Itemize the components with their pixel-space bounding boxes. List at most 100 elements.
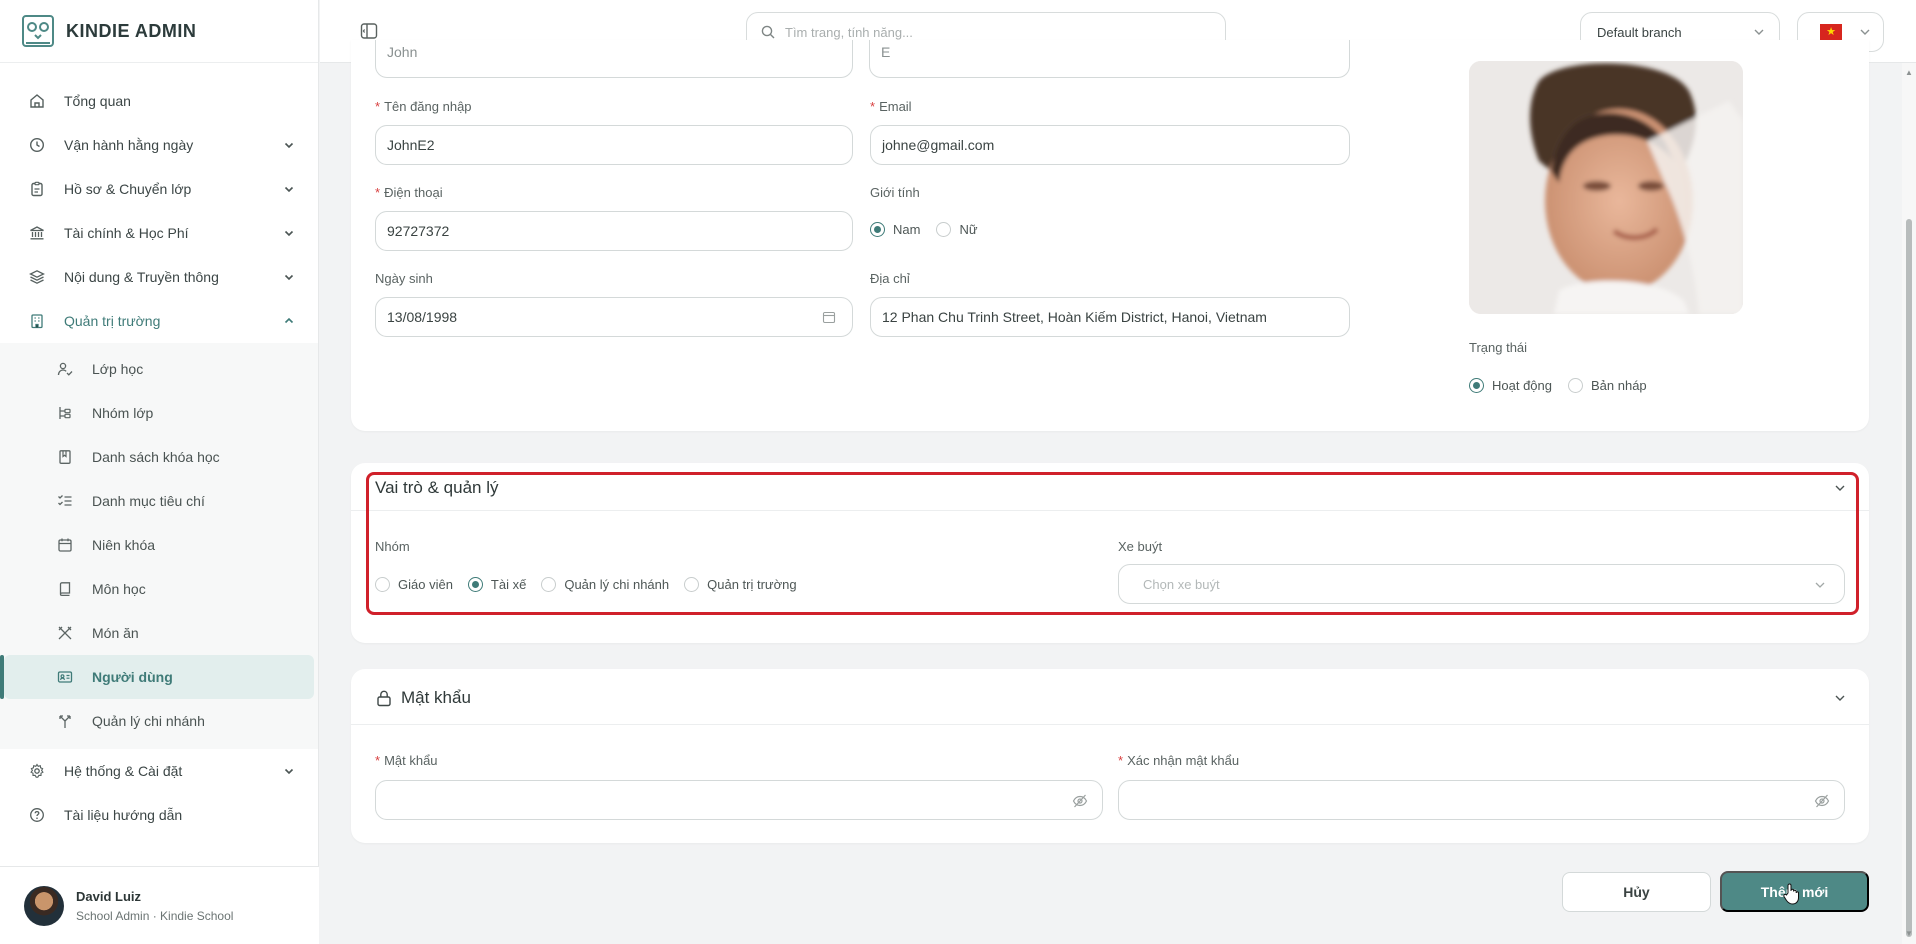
chevron-down-icon[interactable] xyxy=(1833,481,1847,495)
sidebar-item-overview[interactable]: Tổng quan xyxy=(0,79,318,123)
sidebar-item-content[interactable]: Nội dung & Truyền thông xyxy=(0,255,318,299)
sidebar-item-users[interactable]: Người dùng xyxy=(0,655,314,699)
first-name-value: John xyxy=(387,43,418,60)
group-option-branch-manager[interactable]: Quản lý chi nhánh xyxy=(541,577,669,592)
home-icon xyxy=(28,92,46,110)
password-section-header[interactable]: Mật khẩu xyxy=(375,673,471,723)
help-icon xyxy=(28,806,46,824)
checklist-icon xyxy=(56,492,74,510)
vn-flag-icon: ★ xyxy=(1820,24,1842,40)
sidebar-item-courses[interactable]: Danh sách khóa học xyxy=(4,435,314,479)
eye-off-icon[interactable] xyxy=(1814,793,1830,809)
group-option-driver[interactable]: Tài xế xyxy=(467,577,526,592)
sidebar-item-label: Môn học xyxy=(92,581,146,597)
search-placeholder: Tìm trang, tính năng... xyxy=(785,24,913,40)
email-input[interactable]: johne@gmail.com xyxy=(870,125,1350,165)
email-label: * Email xyxy=(870,99,912,114)
personal-info-card: John E * Tên đăng nhập JohnE2 * Email john… xyxy=(351,40,1869,431)
clipboard-icon xyxy=(28,180,46,198)
group-radio-group: Giáo viên Tài xế Quản lý chi nhánh Quản … xyxy=(375,577,813,592)
book-icon xyxy=(56,580,74,598)
divider xyxy=(351,724,1869,725)
sidebar-item-criteria[interactable]: Danh mục tiêu chí xyxy=(4,479,314,523)
sidebar-item-label: Quản lý chi nhánh xyxy=(92,713,205,729)
user-card[interactable]: David Luiz School Admin · Kindie School xyxy=(0,866,319,944)
sidebar-item-school-years[interactable]: Niên khóa xyxy=(4,523,314,567)
dob-value: 13/08/1998 xyxy=(387,309,458,325)
cancel-button[interactable]: Hủy xyxy=(1562,872,1711,912)
bus-select[interactable]: Chọn xe buýt xyxy=(1118,564,1845,604)
last-name-value: E xyxy=(881,43,891,60)
sidebar-item-finance[interactable]: Tài chính & Học Phí xyxy=(0,211,318,255)
status-option-active[interactable]: Hoạt động xyxy=(1469,378,1552,393)
username-input[interactable]: JohnE2 xyxy=(375,125,853,165)
eye-off-icon[interactable] xyxy=(1072,793,1088,809)
sidebar-item-classes[interactable]: Lớp học xyxy=(4,347,314,391)
dob-input[interactable]: 13/08/1998 xyxy=(375,297,853,337)
scroll-up-icon[interactable]: ▲ xyxy=(1905,69,1913,77)
user-check-icon xyxy=(56,360,74,378)
avatar xyxy=(24,885,64,926)
chevron-down-icon xyxy=(1753,26,1765,38)
radio-unchecked-icon xyxy=(375,577,390,592)
sidebar-item-label: Danh sách khóa học xyxy=(92,449,220,465)
sidebar-item-subjects[interactable]: Môn học xyxy=(4,567,314,611)
sidebar-item-label: Nhóm lớp xyxy=(92,405,154,421)
bus-placeholder: Chọn xe buýt xyxy=(1143,576,1220,592)
lock-icon xyxy=(375,689,393,707)
radio-checked-icon xyxy=(870,222,885,237)
radio-checked-icon xyxy=(1469,378,1484,393)
sidebar-toggle-icon[interactable] xyxy=(360,22,378,40)
first-name-input[interactable]: John xyxy=(375,40,853,78)
scroll-down-icon[interactable]: ▼ xyxy=(1905,930,1913,938)
bus-label: Xe buýt xyxy=(1118,539,1163,554)
sidebar-item-label: Nội dung & Truyền thông xyxy=(64,269,219,285)
scrollbar[interactable]: ▲ ▼ xyxy=(1902,63,1916,944)
sidebar-item-school-admin[interactable]: Quản trị trường xyxy=(0,299,318,343)
password-card: Mật khẩu * Mật khẩu * Xác nhận mật khẩu xyxy=(351,669,1869,843)
sidebar-item-label: Niên khóa xyxy=(92,537,156,553)
sidebar-item-profiles[interactable]: Hồ sơ & Chuyển lớp xyxy=(0,167,318,211)
chevron-down-icon[interactable] xyxy=(1833,691,1847,705)
status-radio-group: Hoạt động Bản nháp xyxy=(1469,378,1663,393)
sidebar-item-docs[interactable]: Tài liệu hướng dẫn xyxy=(0,793,318,837)
confirm-password-input[interactable] xyxy=(1118,780,1845,820)
sidebar-item-class-groups[interactable]: Nhóm lớp xyxy=(4,391,314,435)
scrollbar-thumb[interactable] xyxy=(1906,219,1912,937)
sidebar-item-system-settings[interactable]: Hệ thống & Cài đặt xyxy=(0,749,318,793)
sidebar: KINDIE ADMIN Tổng quan Vận hành hằng ngà… xyxy=(0,0,319,944)
sidebar-item-daily-operations[interactable]: Vận hành hằng ngày xyxy=(0,123,318,167)
roles-section-header[interactable]: Vai trò & quản lý xyxy=(375,463,498,513)
address-input[interactable]: 12 Phan Chu Trinh Street, Hoàn Kiếm Dist… xyxy=(870,297,1350,337)
password-input[interactable] xyxy=(375,780,1103,820)
group-option-teacher[interactable]: Giáo viên xyxy=(375,577,453,592)
address-value: 12 Phan Chu Trinh Street, Hoàn Kiếm Dist… xyxy=(882,309,1267,325)
group-label: Nhóm xyxy=(375,539,410,554)
radio-unchecked-icon xyxy=(684,577,700,592)
group-option-school-admin[interactable]: Quản trị trường xyxy=(684,577,797,592)
calendar-icon xyxy=(56,536,74,554)
bank-icon xyxy=(28,224,46,242)
sidebar-item-label: Tài chính & Học Phí xyxy=(64,225,189,241)
username-value: JohnE2 xyxy=(387,137,435,153)
status-option-draft[interactable]: Bản nháp xyxy=(1568,378,1647,393)
sidebar-item-label: Người dùng xyxy=(92,669,173,685)
gender-option-male[interactable]: Nam xyxy=(870,222,920,237)
sidebar-item-label: Tổng quan xyxy=(64,93,131,109)
gender-option-female[interactable]: Nữ xyxy=(936,222,978,237)
phone-input[interactable]: 92727372 xyxy=(375,211,853,251)
cursor-hand-icon xyxy=(1783,883,1799,905)
chevron-down-icon xyxy=(282,270,296,284)
sidebar-item-label: Hồ sơ & Chuyển lớp xyxy=(64,181,192,197)
calendar-icon[interactable] xyxy=(822,310,838,326)
divider xyxy=(351,510,1869,511)
last-name-input[interactable]: E xyxy=(869,40,1350,78)
sidebar-item-branches[interactable]: Quản lý chi nhánh xyxy=(4,699,314,743)
chevron-down-icon xyxy=(282,138,296,152)
status-label: Trạng thái xyxy=(1469,340,1528,355)
profile-photo[interactable] xyxy=(1469,61,1743,314)
school-admin-subnav: Lớp học Nhóm lớp Danh sách khóa học Danh… xyxy=(0,343,318,749)
sidebar-item-meals[interactable]: Món ăn xyxy=(4,611,314,655)
sidebar-item-label: Lớp học xyxy=(92,361,144,377)
brand[interactable]: KINDIE ADMIN xyxy=(0,0,318,63)
